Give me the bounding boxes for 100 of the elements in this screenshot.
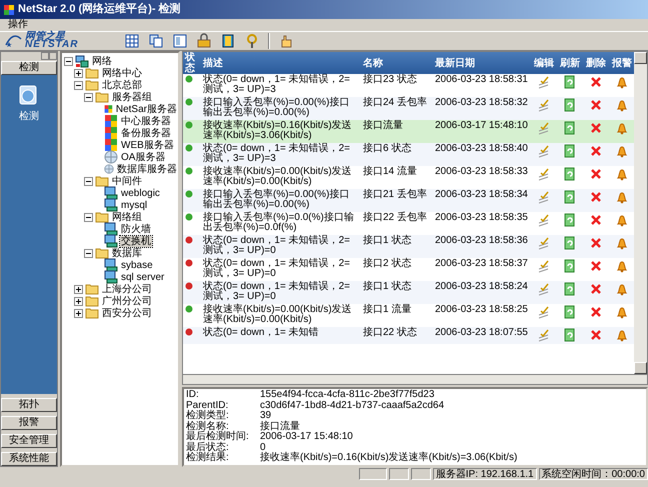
edit-icon[interactable]	[537, 121, 551, 135]
collapse-toggle[interactable]	[84, 212, 93, 222]
refresh-icon[interactable]	[563, 98, 577, 112]
expand-toggle[interactable]	[74, 296, 83, 306]
collapse-toggle[interactable]	[84, 248, 93, 258]
edit-icon[interactable]	[537, 236, 551, 250]
bell-icon[interactable]	[615, 236, 629, 250]
outlook-button[interactable]: 系统性能	[1, 452, 57, 466]
tree-item[interactable]: 广州分公司	[101, 296, 153, 306]
refresh-icon[interactable]	[563, 167, 577, 181]
refresh-icon[interactable]	[563, 144, 577, 158]
help-icon[interactable]	[244, 33, 260, 49]
bell-icon[interactable]	[615, 282, 629, 296]
edit-icon[interactable]	[537, 190, 551, 204]
column-header[interactable]: 状态	[183, 52, 201, 74]
delete-icon[interactable]	[589, 236, 603, 250]
tree-item[interactable]: 中心服务器	[120, 116, 172, 126]
tree-item[interactable]: WEB服务器	[120, 140, 175, 150]
bell-icon[interactable]	[615, 190, 629, 204]
refresh-icon[interactable]	[563, 75, 577, 89]
edit-icon[interactable]	[537, 213, 551, 227]
delete-icon[interactable]	[589, 98, 603, 112]
refresh-icon[interactable]	[563, 305, 577, 319]
outlook-button[interactable]: 安全管理	[1, 434, 57, 448]
tree-item[interactable]: 数据库服务器	[116, 164, 178, 174]
tree-item[interactable]: 网络组	[111, 212, 143, 222]
refresh-icon[interactable]	[563, 282, 577, 296]
tree-item[interactable]: 中间件	[111, 176, 143, 186]
refresh-icon[interactable]	[563, 259, 577, 273]
refresh-icon[interactable]	[563, 190, 577, 204]
tree-item[interactable]: OA服务器	[120, 152, 166, 162]
collapse-toggle[interactable]	[74, 80, 83, 90]
delete-icon[interactable]	[589, 167, 603, 181]
collapse-toggle[interactable]	[84, 92, 93, 102]
delete-icon[interactable]	[589, 213, 603, 227]
delete-icon[interactable]	[589, 190, 603, 204]
expand-toggle[interactable]	[74, 284, 83, 294]
outlook-button[interactable]: 报警	[1, 416, 57, 430]
bell-icon[interactable]	[615, 328, 629, 342]
tree-item[interactable]: NetSar服务器	[114, 104, 178, 114]
delete-icon[interactable]	[589, 305, 603, 319]
edit-icon[interactable]	[537, 167, 551, 181]
bell-icon[interactable]	[615, 259, 629, 273]
bell-icon[interactable]	[615, 75, 629, 89]
delete-icon[interactable]	[589, 328, 603, 342]
refresh-icon[interactable]	[563, 328, 577, 342]
tree-item[interactable]: 上海分公司	[101, 284, 153, 294]
refresh-icon[interactable]	[563, 213, 577, 227]
column-header[interactable]: 删除	[583, 52, 609, 74]
edit-icon[interactable]	[537, 144, 551, 158]
menu-item[interactable]: 操作	[4, 19, 32, 31]
tree-item[interactable]: sybase	[120, 260, 154, 270]
delete-icon[interactable]	[589, 144, 603, 158]
bell-icon[interactable]	[615, 213, 629, 227]
edit-icon[interactable]	[537, 305, 551, 319]
edit-icon[interactable]	[537, 259, 551, 273]
delete-icon[interactable]	[589, 259, 603, 273]
bell-icon[interactable]	[615, 305, 629, 319]
close-button[interactable]	[49, 52, 57, 60]
tree-item[interactable]: 西安分公司	[101, 308, 153, 318]
edit-icon[interactable]	[537, 328, 551, 342]
horizontal-scrollbar[interactable]	[182, 375, 648, 385]
outlook-button[interactable]: 拓扑	[1, 398, 57, 412]
edit-icon[interactable]	[537, 98, 551, 112]
expand-toggle[interactable]	[74, 308, 83, 318]
collapse-toggle[interactable]	[64, 56, 73, 66]
refresh-icon[interactable]	[563, 121, 577, 135]
tree-item[interactable]: 数据库	[111, 248, 143, 258]
vertical-scrollbar[interactable]	[634, 52, 647, 374]
minimize-button[interactable]	[41, 52, 49, 60]
refresh-icon[interactable]	[563, 236, 577, 250]
column-header[interactable]: 最新日期	[433, 52, 531, 74]
outlook-item-label[interactable]: 检测	[19, 111, 39, 122]
tree-item[interactable]: 交换机	[120, 236, 152, 246]
delete-icon[interactable]	[589, 282, 603, 296]
lock-icon[interactable]	[196, 33, 212, 49]
tree-item[interactable]: mysql	[120, 200, 148, 210]
column-header[interactable]: 编辑	[531, 52, 557, 74]
expand-toggle[interactable]	[74, 68, 83, 78]
column-header[interactable]: 报警	[609, 52, 634, 74]
window-icon[interactable]	[172, 33, 188, 49]
tree-item[interactable]: 防火墙	[120, 224, 152, 234]
copy-icon[interactable]	[148, 33, 164, 49]
column-header[interactable]: 刷新	[557, 52, 583, 74]
bell-icon[interactable]	[615, 144, 629, 158]
edit-icon[interactable]	[537, 282, 551, 296]
collapse-toggle[interactable]	[84, 176, 93, 186]
tree-item[interactable]: weblogic	[120, 188, 161, 198]
column-header[interactable]: 名称	[361, 52, 433, 74]
tree-item[interactable]: sql server	[120, 272, 166, 282]
bell-icon[interactable]	[615, 121, 629, 135]
tree-item[interactable]: 网络	[91, 56, 113, 66]
edit-icon[interactable]	[537, 75, 551, 89]
tree-item[interactable]: 备份服务器	[120, 128, 172, 138]
tree-item[interactable]: 网络中心	[101, 68, 143, 78]
grid-icon[interactable]	[124, 33, 140, 49]
door-icon[interactable]	[220, 33, 236, 49]
outlook-tab[interactable]: 检测	[1, 61, 57, 75]
column-header[interactable]: 描述	[201, 52, 361, 74]
delete-icon[interactable]	[589, 75, 603, 89]
